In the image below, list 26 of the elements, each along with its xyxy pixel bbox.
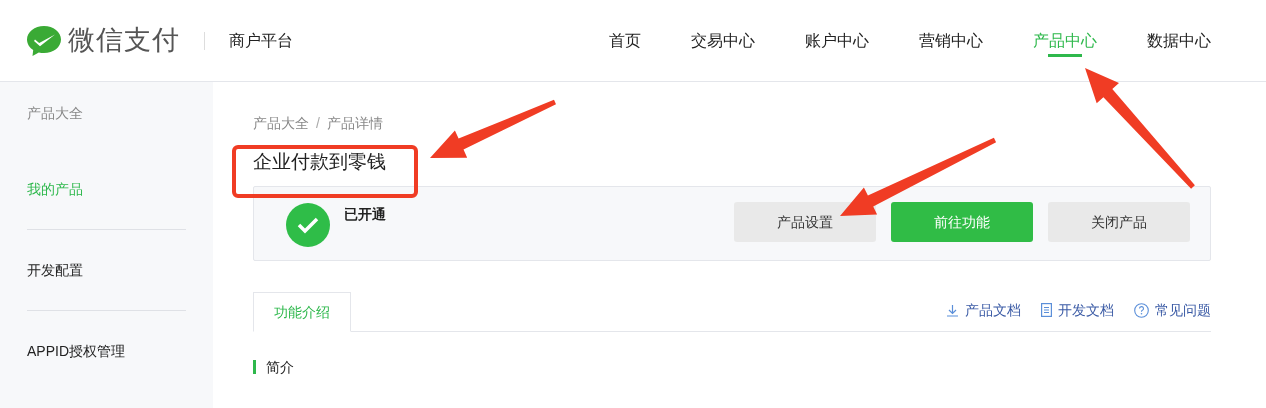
doc-link[interactable]: 常见问题 [1134,301,1211,319]
sidebar-item[interactable]: APPID授权管理 [27,311,186,391]
product-title: 企业付款到零钱 [253,150,386,174]
sidebar-item[interactable]: 开发配置 [27,230,186,310]
secondary-button[interactable]: 产品设置 [734,202,876,242]
breadcrumb-link[interactable]: 产品大全 [253,114,309,132]
brand-name: 微信支付 [68,24,180,58]
doc-link[interactable]: 产品文档 [946,301,1021,319]
nav-link[interactable]: 交易中心 [691,0,755,81]
active-underline [1048,54,1082,57]
doc-link[interactable]: 开发文档 [1041,301,1114,319]
status-label: 已开通 [344,205,386,224]
download-icon [946,303,959,317]
section-title: 简介 [266,358,294,376]
help-icon [1134,302,1149,318]
breadcrumb-link[interactable]: 产品详情 [326,114,383,132]
nav-link[interactable]: 数据中心 [1147,0,1211,81]
logo-icon [26,23,62,58]
nav-link[interactable]: 首页 [609,0,641,81]
nav-link[interactable]: 营销中心 [919,0,983,81]
platform-name: 商户平台 [229,30,293,51]
section-marker [253,360,256,374]
nav-link[interactable]: 账户中心 [805,0,869,81]
breadcrumb-separator: / [315,114,321,132]
secondary-button[interactable]: 关闭产品 [1048,202,1190,242]
document-icon [1041,303,1052,317]
